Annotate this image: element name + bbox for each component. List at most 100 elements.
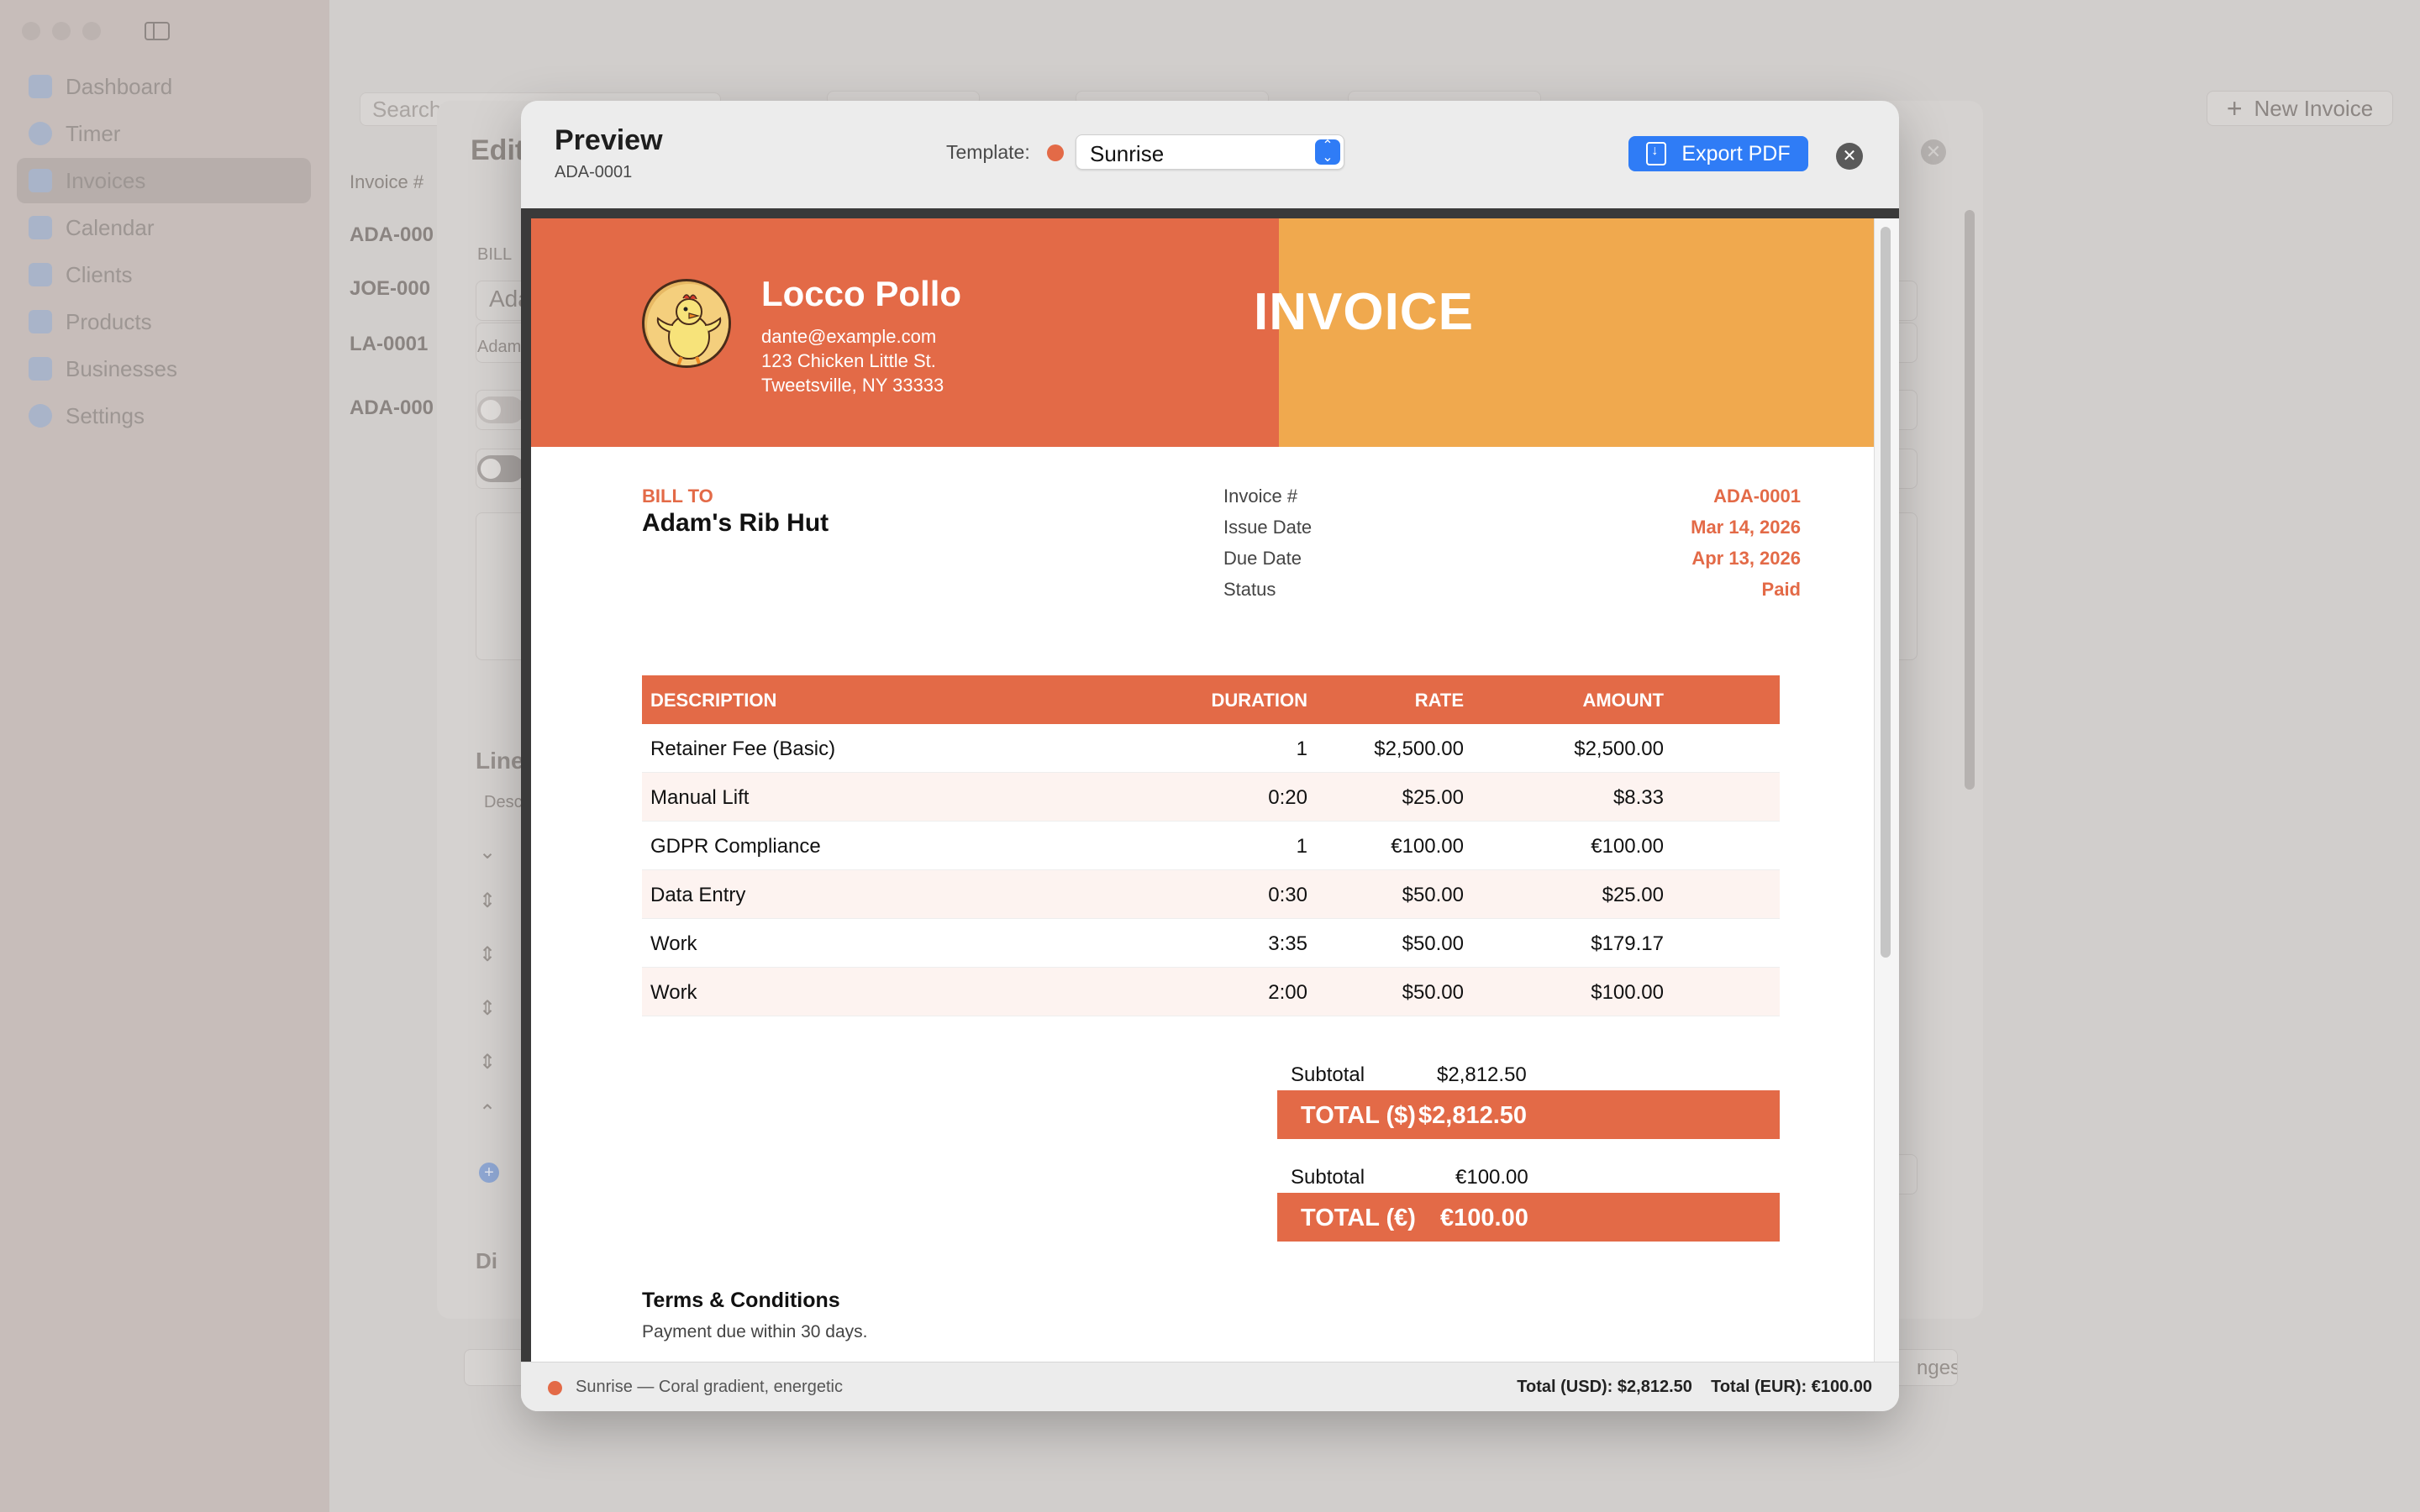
sidebar-item-dashboard[interactable]: Dashboard	[17, 64, 311, 109]
stepper-icon[interactable]: ⇕	[479, 996, 496, 1021]
item-description: Retainer Fee (Basic)	[650, 738, 836, 760]
usd-total-bar: TOTAL ($) $2,812.50	[1277, 1090, 1780, 1139]
company-address-line: 123 Chicken Little St.	[761, 350, 936, 371]
list-item[interactable]: ADA-000	[350, 396, 434, 420]
sidebar-item-label: Calendar	[66, 214, 155, 240]
zoom-window-button[interactable]	[82, 22, 101, 40]
sidebar-item-label: Invoices	[66, 167, 146, 193]
template-color-swatch	[1047, 144, 1064, 161]
item-description: Work	[650, 981, 697, 1004]
item-amount: $179.17	[1591, 932, 1664, 955]
description-column-label: Desc	[484, 793, 523, 811]
item-description: Work	[650, 932, 697, 955]
table-row: GDPR Compliance 1 €100.00 €100.00	[642, 822, 1780, 870]
sidebar-item-calendar[interactable]: Calendar	[17, 205, 311, 250]
sidebar-item-products[interactable]: Products	[17, 299, 311, 344]
timer-icon	[29, 122, 52, 145]
template-select-value: Sunrise	[1090, 141, 1165, 166]
plus-icon: +	[2226, 92, 2243, 123]
close-window-button[interactable]	[22, 22, 40, 40]
chevron-down-icon[interactable]: ⌄	[479, 840, 496, 864]
meta-label: Invoice #	[1223, 486, 1298, 507]
sidebar-item-label: Products	[66, 308, 152, 334]
eur-subtotal-value: €100.00	[1455, 1166, 1528, 1189]
document-icon	[29, 169, 52, 192]
building-icon	[29, 357, 52, 381]
minimize-window-button[interactable]	[52, 22, 71, 40]
column-header: DESCRIPTION	[650, 690, 777, 711]
eur-total-value: €100.00	[1440, 1205, 1528, 1231]
meta-label: Status	[1223, 579, 1276, 600]
bill-to-label: BILL TO	[642, 486, 713, 507]
document-scrollbar-thumb[interactable]	[1881, 227, 1891, 958]
chevron-up-icon[interactable]: ⌃	[479, 1100, 496, 1125]
modal-invoice-id: ADA-0001	[555, 163, 633, 181]
list-item[interactable]: JOE-000	[350, 277, 430, 301]
editor-bill-to-label: BILL	[477, 245, 513, 264]
sidebar-item-invoices[interactable]: Invoices	[17, 158, 311, 203]
chart-icon	[29, 75, 52, 98]
sidebar-item-label: Settings	[66, 402, 145, 428]
sidebar-item-label: Timer	[66, 120, 121, 146]
close-icon[interactable]: ✕	[1836, 143, 1863, 170]
sidebar-item-timer[interactable]: Timer	[17, 111, 311, 156]
usd-subtotal-label: Subtotal	[1291, 1063, 1365, 1086]
status-badge: Paid	[1761, 579, 1801, 600]
stepper-icon[interactable]: ⇕	[479, 889, 496, 913]
sidebar-item-clients[interactable]: Clients	[17, 252, 311, 297]
stepper-icon[interactable]: ⇕	[479, 1050, 496, 1074]
company-name: Locco Pollo	[761, 274, 962, 313]
sidebar-toggle-icon[interactable]	[145, 22, 170, 40]
item-description: Manual Lift	[650, 786, 750, 809]
editor-close-button[interactable]: ✕	[1921, 139, 1946, 165]
table-header-row: DESCRIPTION DURATION RATE AMOUNT	[642, 675, 1780, 724]
list-item[interactable]: LA-0001	[350, 333, 428, 356]
discount-section-label[interactable]: Di	[476, 1248, 497, 1274]
meta-label: Issue Date	[1223, 517, 1313, 538]
chicken-logo	[642, 279, 731, 368]
preview-modal: Preview ADA-0001 Template: Sunrise ⌃⌄ Ex…	[521, 101, 1899, 1411]
new-invoice-label: New Invoice	[2254, 95, 2374, 121]
stepper-icon[interactable]: ⇕	[479, 942, 496, 967]
item-duration: 3:35	[1268, 932, 1307, 955]
invoice-header: Locco Pollo dante@example.com 123 Chicke…	[531, 218, 1874, 447]
list-item[interactable]: ADA-000	[350, 223, 434, 247]
table-row: Manual Lift 0:20 $25.00 $8.33	[642, 773, 1780, 822]
invoice-heading: INVOICE	[1254, 283, 1474, 341]
modal-title: Preview	[555, 124, 663, 156]
item-duration: 1	[1296, 835, 1307, 858]
item-amount: $8.33	[1612, 786, 1664, 809]
document-frame	[521, 218, 531, 1362]
totals-summary: Total (USD): $2,812.50 Total (EUR): €100…	[1517, 1378, 1872, 1396]
box-icon	[29, 310, 52, 333]
editor-toggle[interactable]	[477, 455, 524, 482]
invoice-list-header: Invoice #	[350, 171, 424, 192]
template-label: Template:	[946, 141, 1030, 163]
preview-status-bar: Sunrise — Coral gradient, energetic Tota…	[521, 1362, 1899, 1411]
item-rate: $25.00	[1402, 786, 1464, 809]
invoice-document: Locco Pollo dante@example.com 123 Chicke…	[521, 208, 1899, 1362]
sidebar-item-label: Clients	[66, 261, 133, 287]
sidebar-item-settings[interactable]: Settings	[17, 393, 311, 438]
template-color-swatch	[548, 1381, 562, 1395]
people-icon	[29, 263, 52, 286]
editor-title: Edit	[471, 134, 525, 166]
item-description: GDPR Compliance	[650, 835, 821, 858]
sidebar-item-label: Dashboard	[66, 73, 173, 99]
terms-text: Payment due within 30 days.	[642, 1322, 868, 1341]
item-rate: $50.00	[1402, 884, 1464, 906]
add-line-item-icon[interactable]: +	[479, 1163, 499, 1183]
sidebar-item-businesses[interactable]: Businesses	[17, 346, 311, 391]
export-pdf-button[interactable]: Export PDF	[1628, 136, 1808, 171]
bill-to-name: Adam's Rib Hut	[642, 509, 829, 537]
new-invoice-button[interactable]: + New Invoice	[2207, 91, 2393, 126]
company-address-line: Tweetsville, NY 33333	[761, 375, 944, 396]
template-select[interactable]: Sunrise ⌃ ⌄	[1076, 134, 1344, 170]
table-row: Work 3:35 $50.00 $179.17	[642, 919, 1780, 968]
editor-toggle[interactable]	[477, 396, 524, 423]
editor-scrollbar[interactable]	[1965, 210, 1975, 790]
item-duration: 1	[1296, 738, 1307, 760]
item-amount: $2,500.00	[1574, 738, 1664, 760]
sidebar-item-label: Businesses	[66, 355, 177, 381]
item-rate: $50.00	[1402, 932, 1464, 955]
